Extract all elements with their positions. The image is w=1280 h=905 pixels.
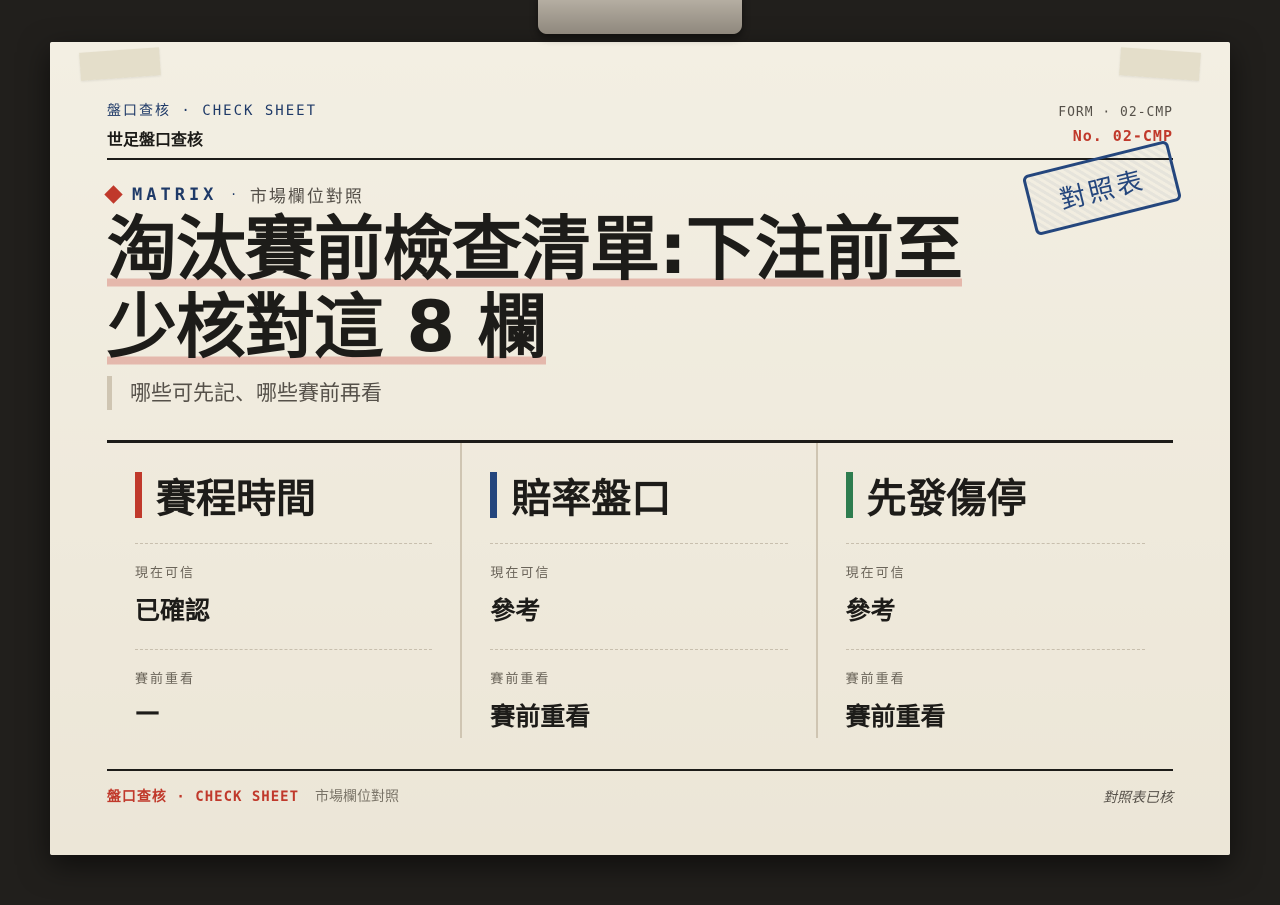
row-label: 現在可信 [490,566,551,581]
field-row: 賽前重看 賽前重看 [490,649,788,733]
brand-line: 盤口查核 · CHECK SHEET [107,103,318,119]
row-value: 參考 [845,596,896,625]
page-title: 淘汰賽前檢查清單:下注前至少核對這 8 欄 [107,208,1007,368]
row-value: 已確認 [135,596,211,625]
kicker-separator: · [231,186,236,203]
field-matrix: 賽程時間 現在可信 已確認 賽前重看 — 賠率盤口 現在可信 參考 賽前重看 賽… [107,440,1173,738]
row-label: 現在可信 [135,566,196,581]
field-row: 賽前重看 — [135,649,433,726]
tape-left [79,47,161,81]
footer-label: 市場欄位對照 [315,789,400,805]
row-label: 賽前重看 [135,672,196,687]
footer-status: 對照表已核 [1103,790,1173,806]
column-odds: 賠率盤口 現在可信 參考 賽前重看 賽前重看 [462,443,818,738]
row-value: 賽前重看 [490,702,591,731]
column-name: 賽程時間 [156,476,316,522]
column-name: 先發傷停 [866,476,1027,522]
field-row: 現在可信 已確認 [135,543,433,627]
field-row: 現在可信 參考 [845,543,1145,627]
footer-rule [107,769,1173,771]
row-value: — [135,697,160,726]
row-value: 賽前重看 [845,702,946,731]
form-code: FORM · 02-CMP [1058,105,1173,120]
accent-bar [135,472,142,518]
footer-brand: 盤口查核 · CHECK SHEET [107,789,300,805]
brand-subtitle: 世足盤口查核 [107,130,204,149]
column-title: 賠率盤口 [490,469,787,522]
clipboard-clip [538,0,742,34]
tape-right [1119,47,1201,81]
accent-bar [490,472,498,518]
column-lineup: 先發傷停 現在可信 參考 賽前重看 賽前重看 [818,443,1173,738]
header-rule [107,158,1173,160]
check-sheet: 盤口查核 · CHECK SHEET 世足盤口查核 FORM · 02-CMP … [50,42,1230,855]
row-label: 現在可信 [845,566,906,581]
diamond-icon [104,185,123,204]
page-subtitle: 哪些可先記、哪些賽前再看 [107,376,382,410]
section-kicker: MATRIX · 市場欄位對照 [104,182,364,207]
column-name: 賠率盤口 [511,476,672,522]
kicker-label: 市場欄位對照 [249,187,364,207]
comparison-stamp: 對照表 [1021,139,1183,237]
row-label: 賽前重看 [845,672,906,687]
page-title-text: 淘汰賽前檢查清單:下注前至少核對這 8 欄 [107,208,963,368]
row-value: 參考 [490,596,541,625]
kicker-matrix: MATRIX [132,184,218,205]
column-title: 賽程時間 [135,469,432,522]
column-title: 先發傷停 [845,469,1145,522]
column-schedule: 賽程時間 現在可信 已確認 賽前重看 — [107,443,463,738]
footer-brand-group: 盤口查核 · CHECK SHEET 市場欄位對照 [107,786,399,806]
header-brand: 盤口查核 · CHECK SHEET 世足盤口查核 [107,100,317,150]
field-row: 現在可信 參考 [490,543,788,627]
accent-bar [845,472,853,518]
field-row: 賽前重看 賽前重看 [845,649,1145,733]
row-label: 賽前重看 [490,672,551,687]
